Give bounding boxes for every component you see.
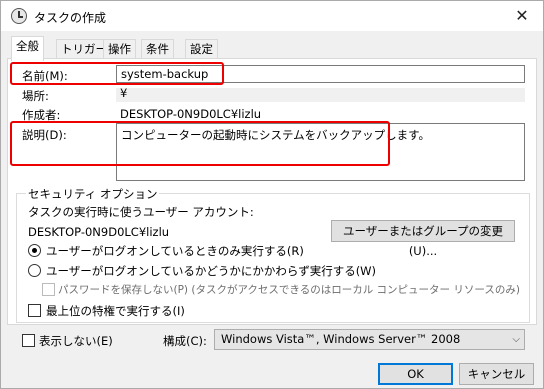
window-title: タスクの作成 — [34, 11, 107, 25]
hidden-label: 表示しない(E) — [39, 334, 113, 348]
account-prompt: タスクの実行時に使うユーザー アカウント: — [28, 205, 254, 219]
location-field — [116, 88, 525, 102]
ok-button[interactable]: OK — [378, 363, 453, 385]
account-value: DESKTOP-0N9D0LC¥lizlu — [28, 225, 170, 239]
change-user-button[interactable]: ユーザーまたはグループの変更(U)... — [331, 220, 515, 258]
highest-privileges-label: 最上位の特権で実行する(I) — [46, 304, 185, 318]
location-label: 場所: — [22, 89, 49, 103]
tab-general[interactable]: 全般 — [11, 36, 44, 61]
general-tab-panel: 名前(M): system-backup 場所: ¥ 作成者: DESKTOP-… — [7, 58, 537, 325]
radio-run-any-label: ユーザーがログオンしているかどうかにかかわらず実行する(W) — [46, 264, 377, 278]
author-value: DESKTOP-0N9D0LC¥lizlu — [120, 107, 262, 121]
highest-privileges-checkbox[interactable] — [28, 304, 41, 317]
no-store-password-checkbox[interactable] — [42, 283, 55, 296]
name-highlight-box — [10, 62, 224, 85]
radio-run-any[interactable] — [28, 264, 41, 277]
no-store-password-label: パスワードを保存しない(P) (タスクがアクセスできるのはローカル コンピュータ… — [58, 284, 520, 296]
tab-settings[interactable]: 設定 — [185, 39, 218, 59]
title-bar: タスクの作成 ✕ — [1, 1, 543, 31]
radio-logged-on-label: ユーザーがログオンしているときのみ実行する(R) — [46, 244, 304, 258]
close-button[interactable]: ✕ — [507, 3, 537, 29]
location-value: ¥ — [120, 86, 128, 100]
task-create-dialog: タスクの作成 ✕ 全般 トリガー 操作 条件 設定 名前(M): system-… — [0, 0, 544, 389]
hidden-checkbox[interactable] — [22, 334, 35, 347]
description-highlight-box — [10, 121, 390, 166]
configure-label: 構成(C): — [163, 334, 207, 348]
tab-actions[interactable]: 操作 — [103, 39, 136, 59]
tab-conditions[interactable]: 条件 — [141, 39, 174, 59]
security-group-label: セキュリティ オプション — [26, 186, 160, 202]
radio-logged-on-only[interactable] — [28, 244, 41, 257]
configure-value: Windows Vista™, Windows Server™ 2008 — [221, 332, 461, 346]
configure-select[interactable]: Windows Vista™, Windows Server™ 2008 ⌵ — [214, 329, 525, 350]
chevron-down-icon: ⌵ — [512, 334, 520, 345]
clock-icon — [11, 8, 27, 24]
cancel-button[interactable]: キャンセル — [459, 363, 534, 385]
